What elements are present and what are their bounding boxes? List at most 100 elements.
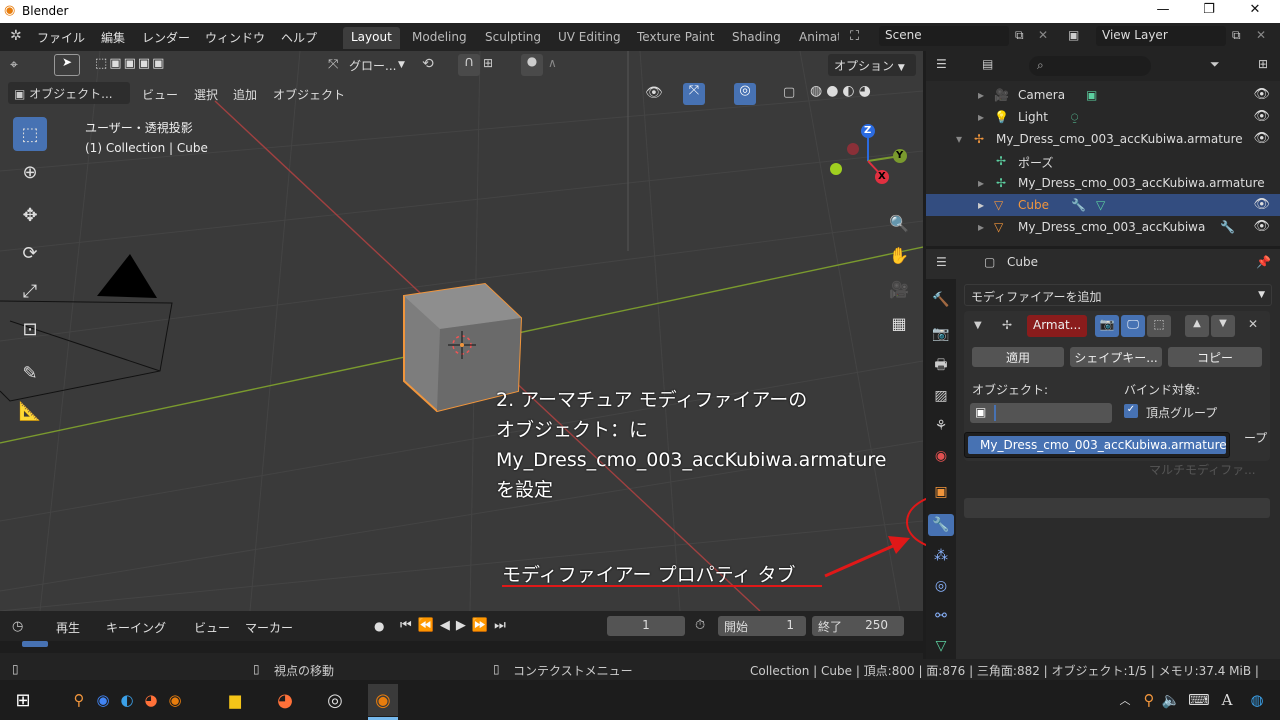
playback-controls-icon[interactable]: ⏮⏪◀▶⏩⏭ (400, 618, 512, 633)
menu-select[interactable]: 選択 (194, 86, 218, 103)
visibility-eye-icon[interactable]: 👁 (1253, 219, 1270, 234)
transform-orientation-dropdown[interactable]: グロー... (349, 57, 396, 74)
keyboard-icon[interactable]: ⌨ (1186, 688, 1212, 712)
tool-cursor-icon[interactable]: ⊕ (13, 155, 47, 189)
tool-select-box-icon[interactable]: ⬚ (13, 117, 47, 151)
outliner-row[interactable]: ▸ 🎥 Camera ▣ 👁 (926, 84, 1280, 106)
modifier-tab-wrench-icon[interactable]: 🔧 (928, 514, 954, 536)
vertex-groups-checkbox[interactable]: ✓ (1124, 404, 1138, 418)
outliner-row[interactable]: ▸ ▽ My_Dress_cmo_003_accKubiwa 🔧 👁 (926, 216, 1280, 238)
tray-chevron-icon[interactable]: ︿ (1112, 688, 1138, 712)
render-toggle-icon[interactable]: 📷 (1095, 315, 1119, 337)
start-frame-field[interactable]: 開始 1 (718, 616, 806, 636)
object-tab-icon[interactable]: ▣ (930, 481, 952, 503)
timeline-playback-menu[interactable]: 再生 (56, 619, 80, 636)
outliner-row[interactable]: ✢ ポーズ (926, 150, 1280, 172)
new-collection-icon[interactable]: ⊞ (1258, 57, 1268, 71)
tool-tab-icon[interactable]: 🔨 (930, 289, 952, 311)
file-explorer-icon[interactable]: ▆ (222, 688, 248, 712)
menu-file[interactable]: ファイル (37, 29, 85, 46)
xray-icon[interactable]: ▢ (783, 85, 795, 100)
pivot-icon[interactable]: ⟲ (422, 56, 434, 72)
ortho-grid-icon[interactable]: ▦ (885, 309, 913, 337)
shading-mode-icons[interactable]: ◍●◐◕ (810, 83, 896, 105)
camera-view-icon[interactable]: 🎥 (885, 275, 913, 303)
gizmo-x-label[interactable]: X (878, 171, 886, 182)
gizmo-toggle-icon[interactable]: ⤧ (683, 83, 705, 105)
edge-icon[interactable]: ◐ (114, 688, 140, 712)
visibility-eye-icon[interactable]: 👁 (1253, 87, 1270, 102)
firefox-icon[interactable]: ◕ (138, 688, 164, 712)
outliner-row[interactable]: ▸ 💡 Light ⍜ 👁 (926, 106, 1280, 128)
blender-menu-icon[interactable]: ✲ (10, 28, 22, 44)
display-mode-icon[interactable]: ▤ (982, 57, 993, 71)
editmode-toggle-icon[interactable]: ⬚ (1147, 315, 1171, 337)
stopwatch-icon[interactable]: ⏱ (695, 618, 705, 633)
snap-icon[interactable]: ∩ (458, 54, 480, 76)
object-picker-field[interactable]: ▣ (970, 403, 1112, 423)
outliner-row-selected[interactable]: ▸ ▽ Cube 🔧 ▽ 👁 (926, 194, 1280, 216)
collapse-arrow-icon[interactable]: ▾ (956, 132, 962, 146)
view-layer-field[interactable]: View Layer (1096, 26, 1226, 46)
obs-icon[interactable]: ◎ (322, 688, 348, 712)
timeline-keying-menu[interactable]: キーイング (106, 619, 166, 636)
ime-icon[interactable]: A (1214, 688, 1240, 712)
gizmo-z-label[interactable]: Z (864, 125, 871, 136)
data-tab-icon[interactable]: ▽ (930, 635, 952, 657)
scene-field[interactable]: Scene (879, 26, 1009, 46)
select-tool-icon[interactable]: ➤ (54, 54, 80, 76)
snap-target-icon[interactable]: ⊞ (483, 56, 493, 70)
tool-transform-icon[interactable]: ⊡ (13, 312, 47, 346)
timeline-view-menu[interactable]: ビュー (194, 619, 230, 636)
tab-animation[interactable]: Animat (791, 27, 839, 49)
expand-arrow-icon[interactable]: ▸ (978, 220, 984, 234)
search-icon[interactable]: ⚲ (66, 688, 92, 712)
editor-type-icon[interactable]: ⌖ (10, 57, 18, 73)
current-frame-field[interactable]: 1 (607, 616, 685, 636)
chrome-icon[interactable]: ◉ (90, 688, 116, 712)
new-scene-icon[interactable]: ⧉ (1015, 28, 1024, 43)
tab-shading[interactable]: Shading (724, 27, 789, 49)
modifier-name-field[interactable]: Armat... (1027, 315, 1087, 337)
maximize-button[interactable]: ❐ (1194, 2, 1224, 17)
outliner-editor-icon[interactable]: ☰ (936, 57, 947, 71)
expand-arrow-icon[interactable]: ▸ (978, 198, 984, 212)
outliner-row[interactable]: ▾ ✢ My_Dress_cmo_003_accKubiwa.armature … (926, 128, 1280, 150)
select-mode-icons[interactable]: ⬚▣▣▣▣ (95, 56, 200, 74)
apply-as-shapekey-button[interactable]: シェイプキー... (1070, 347, 1162, 367)
output-tab-icon[interactable]: 🖶 (930, 355, 952, 377)
constraints-tab-icon[interactable]: ⚯ (930, 605, 952, 627)
close-window-button[interactable]: ✕ (1240, 2, 1270, 17)
menu-window[interactable]: ウィンドウ (205, 29, 265, 46)
view-layer-icon[interactable]: ▣ (1068, 28, 1079, 42)
copy-button[interactable]: コピー (1168, 347, 1262, 367)
blender-small-icon[interactable]: ◉ (162, 688, 188, 712)
visibility-eye-icon[interactable]: 👁 (645, 85, 663, 101)
expand-arrow-icon[interactable]: ▸ (978, 110, 984, 124)
blender-taskbar-icon[interactable]: ◉ (368, 684, 398, 716)
playhead[interactable] (22, 641, 48, 647)
new-view-layer-icon[interactable]: ⧉ (1232, 28, 1241, 43)
volume-icon[interactable]: 🔈 (1158, 688, 1184, 712)
overlay-toggle-icon[interactable]: ◎ (734, 83, 756, 105)
visibility-eye-icon[interactable]: 👁 (1253, 109, 1270, 124)
tool-measure-icon[interactable]: 📐 (13, 394, 47, 428)
view-layer-tab-icon[interactable]: ▨ (930, 385, 952, 407)
viewport-toggle-icon[interactable]: 🖵 (1121, 315, 1145, 337)
move-up-icon[interactable]: ▲ (1185, 315, 1209, 337)
tab-sculpting[interactable]: Sculpting (477, 27, 549, 49)
end-frame-field[interactable]: 終了 250 (812, 616, 904, 636)
scene-tab-icon[interactable]: ⚘ (930, 415, 952, 437)
move-down-icon[interactable]: ▼ (1211, 315, 1235, 337)
menu-add[interactable]: 追加 (233, 86, 257, 103)
chat-icon[interactable]: ◍ (1244, 688, 1270, 712)
tab-texture-paint[interactable]: Texture Paint (629, 27, 722, 49)
minimize-button[interactable]: — (1148, 2, 1178, 17)
timeline-scrubber[interactable] (0, 641, 923, 653)
world-tab-icon[interactable]: ◉ (930, 445, 952, 467)
gizmo-y-label[interactable]: Y (896, 150, 903, 161)
outliner-search-input[interactable]: ⌕ (1029, 56, 1151, 76)
panel-collapse-arrow-icon[interactable]: ▼ (974, 320, 982, 331)
apply-button[interactable]: 適用 (972, 347, 1064, 367)
tab-modeling[interactable]: Modeling (404, 27, 475, 49)
